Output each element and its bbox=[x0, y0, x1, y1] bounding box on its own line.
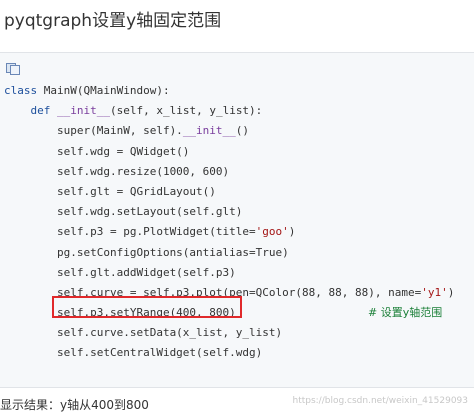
code-line: self.wdg = QWidget() bbox=[4, 144, 190, 158]
code-lines: class MainW(QMainWindow): def __init__(s… bbox=[4, 81, 470, 364]
code-line: self.setCentralWidget(self.wdg) bbox=[4, 346, 263, 360]
code-line: self.wdg.resize(1000, 600) bbox=[4, 164, 230, 178]
highlight-comment: # 设置y轴范围 bbox=[368, 306, 443, 320]
code-line: self.glt.addWidget(self.p3) bbox=[4, 265, 236, 279]
code-line: self.curve.setData(x_list, y_list) bbox=[4, 326, 283, 340]
code-line: self.p3 = pg.PlotWidget(title='goo') bbox=[4, 225, 296, 239]
result-text: 显示结果：y轴从400到800 bbox=[0, 398, 149, 412]
code-line: def __init__(self, x_list, y_list): bbox=[30, 104, 263, 118]
code-line: pg.setConfigOptions(antialias=True) bbox=[4, 245, 289, 259]
code-block: class MainW(QMainWindow): def __init__(s… bbox=[0, 52, 474, 388]
code-line: class MainW(QMainWindow): bbox=[4, 84, 170, 97]
code-line: self.wdg.setLayout(self.glt) bbox=[4, 205, 243, 219]
page-title: pyqtgraph设置y轴固定范围 bbox=[4, 11, 222, 31]
code-line: super(MainW, self).__init__() bbox=[4, 124, 250, 138]
code-line: self.glt = QGridLayout() bbox=[4, 184, 216, 198]
code-line-1-rest: MainW(QMainWindow): bbox=[37, 84, 170, 97]
copy-icon[interactable] bbox=[6, 63, 20, 75]
highlight-box bbox=[52, 296, 242, 318]
watermark: https://blog.csdn.net/weixin_41529093 bbox=[292, 396, 468, 406]
